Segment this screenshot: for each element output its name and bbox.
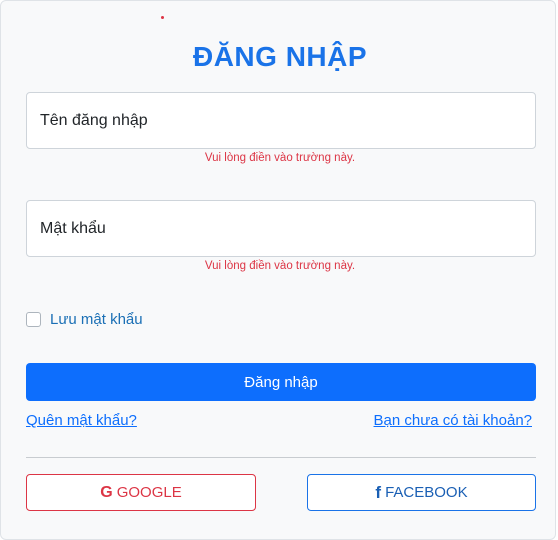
red-dot xyxy=(161,16,164,19)
google-login-button[interactable]: G GOOGLE xyxy=(26,474,256,511)
remember-password[interactable]: Lưu mật khẩu xyxy=(26,311,143,328)
register-link[interactable]: Bạn chưa có tài khoản? xyxy=(374,412,532,429)
page-title: ĐĂNG NHẬP xyxy=(192,41,368,72)
google-label: GOOGLE xyxy=(116,484,182,501)
password-input[interactable] xyxy=(26,200,536,257)
facebook-login-button[interactable]: f FACEBOOK xyxy=(307,474,536,511)
username-error: Vui lòng điền vào trường này. xyxy=(204,152,356,164)
login-button[interactable]: Đăng nhập xyxy=(26,363,536,401)
forgot-password-link[interactable]: Quên mật khẩu? xyxy=(26,412,137,429)
facebook-label: FACEBOOK xyxy=(385,484,468,501)
google-icon: G xyxy=(100,483,113,501)
password-error: Vui lòng điền vào trường này. xyxy=(204,260,356,272)
remember-label: Lưu mật khẩu xyxy=(50,311,143,328)
facebook-icon: f xyxy=(375,482,382,502)
username-input[interactable] xyxy=(26,92,536,149)
remember-checkbox[interactable] xyxy=(26,312,41,327)
divider xyxy=(26,457,536,458)
login-panel: ĐĂNG NHẬP Vui lòng điền vào trường này. … xyxy=(0,0,556,540)
